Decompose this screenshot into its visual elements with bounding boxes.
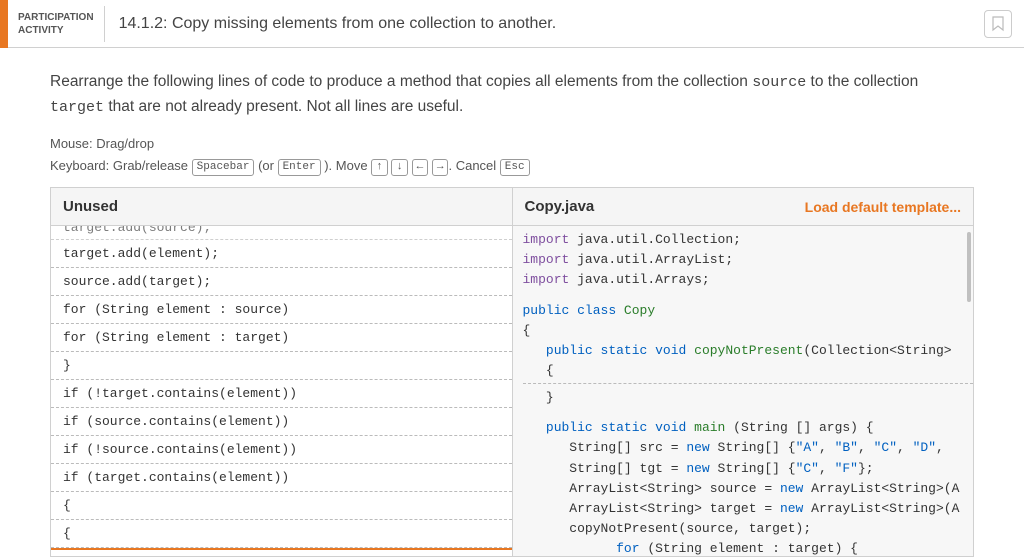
unused-panel-header: Unused: [51, 188, 512, 226]
code-panel: Copy.java Load default template... impor…: [513, 187, 975, 557]
key-left: ←: [412, 159, 429, 176]
unused-line[interactable]: target.add(element);: [51, 240, 512, 268]
drag-indicator: [51, 548, 512, 550]
unused-line[interactable]: }: [51, 352, 512, 380]
unused-line[interactable]: {: [51, 520, 512, 548]
unused-panel: Unused target.add(source); target.add(el…: [50, 187, 513, 557]
activity-header: PARTICIPATION ACTIVITY 14.1.2: Copy miss…: [0, 0, 1024, 48]
unused-line[interactable]: for (String element : target): [51, 324, 512, 352]
activity-type-label: PARTICIPATION ACTIVITY: [8, 11, 104, 37]
key-right: →: [432, 159, 449, 176]
unused-line[interactable]: source.add(target);: [51, 268, 512, 296]
load-template-link[interactable]: Load default template...: [805, 199, 961, 215]
mouse-hint: Mouse: Drag/drop: [50, 133, 974, 155]
unused-line[interactable]: {: [51, 492, 512, 520]
key-down: ↓: [391, 159, 408, 176]
key-spacebar: Spacebar: [192, 159, 255, 176]
unused-line[interactable]: if (source.contains(element)): [51, 408, 512, 436]
code-editor[interactable]: import java.util.Collection; import java…: [513, 226, 974, 556]
unused-line[interactable]: if (target.contains(element)): [51, 464, 512, 492]
unused-line[interactable]: for (String element : source): [51, 296, 512, 324]
instructions-text: Rearrange the following lines of code to…: [50, 70, 974, 119]
key-enter: Enter: [278, 159, 321, 176]
unused-line-peek[interactable]: target.add(source);: [51, 226, 512, 240]
scrollbar-thumb[interactable]: [967, 232, 971, 302]
code-word-source: source: [752, 74, 806, 91]
keyboard-hints: Mouse: Drag/drop Keyboard: Grab/release …: [50, 133, 974, 177]
bookmark-button[interactable]: [984, 10, 1012, 38]
unused-line[interactable]: }: [51, 550, 512, 556]
unused-line[interactable]: if (!target.contains(element)): [51, 380, 512, 408]
accent-bar: [0, 0, 8, 48]
code-word-target: target: [50, 99, 104, 116]
bookmark-icon: [991, 16, 1005, 32]
activity-title: 14.1.2: Copy missing elements from one c…: [105, 15, 557, 33]
unused-line[interactable]: if (!source.contains(element)): [51, 436, 512, 464]
keyboard-hint: Keyboard: Grab/release Spacebar (or Ente…: [50, 155, 974, 177]
key-esc: Esc: [500, 159, 530, 176]
code-panel-header: Copy.java Load default template...: [513, 188, 974, 226]
key-up: ↑: [371, 159, 388, 176]
unused-list[interactable]: target.add(source); target.add(element);…: [51, 226, 512, 556]
